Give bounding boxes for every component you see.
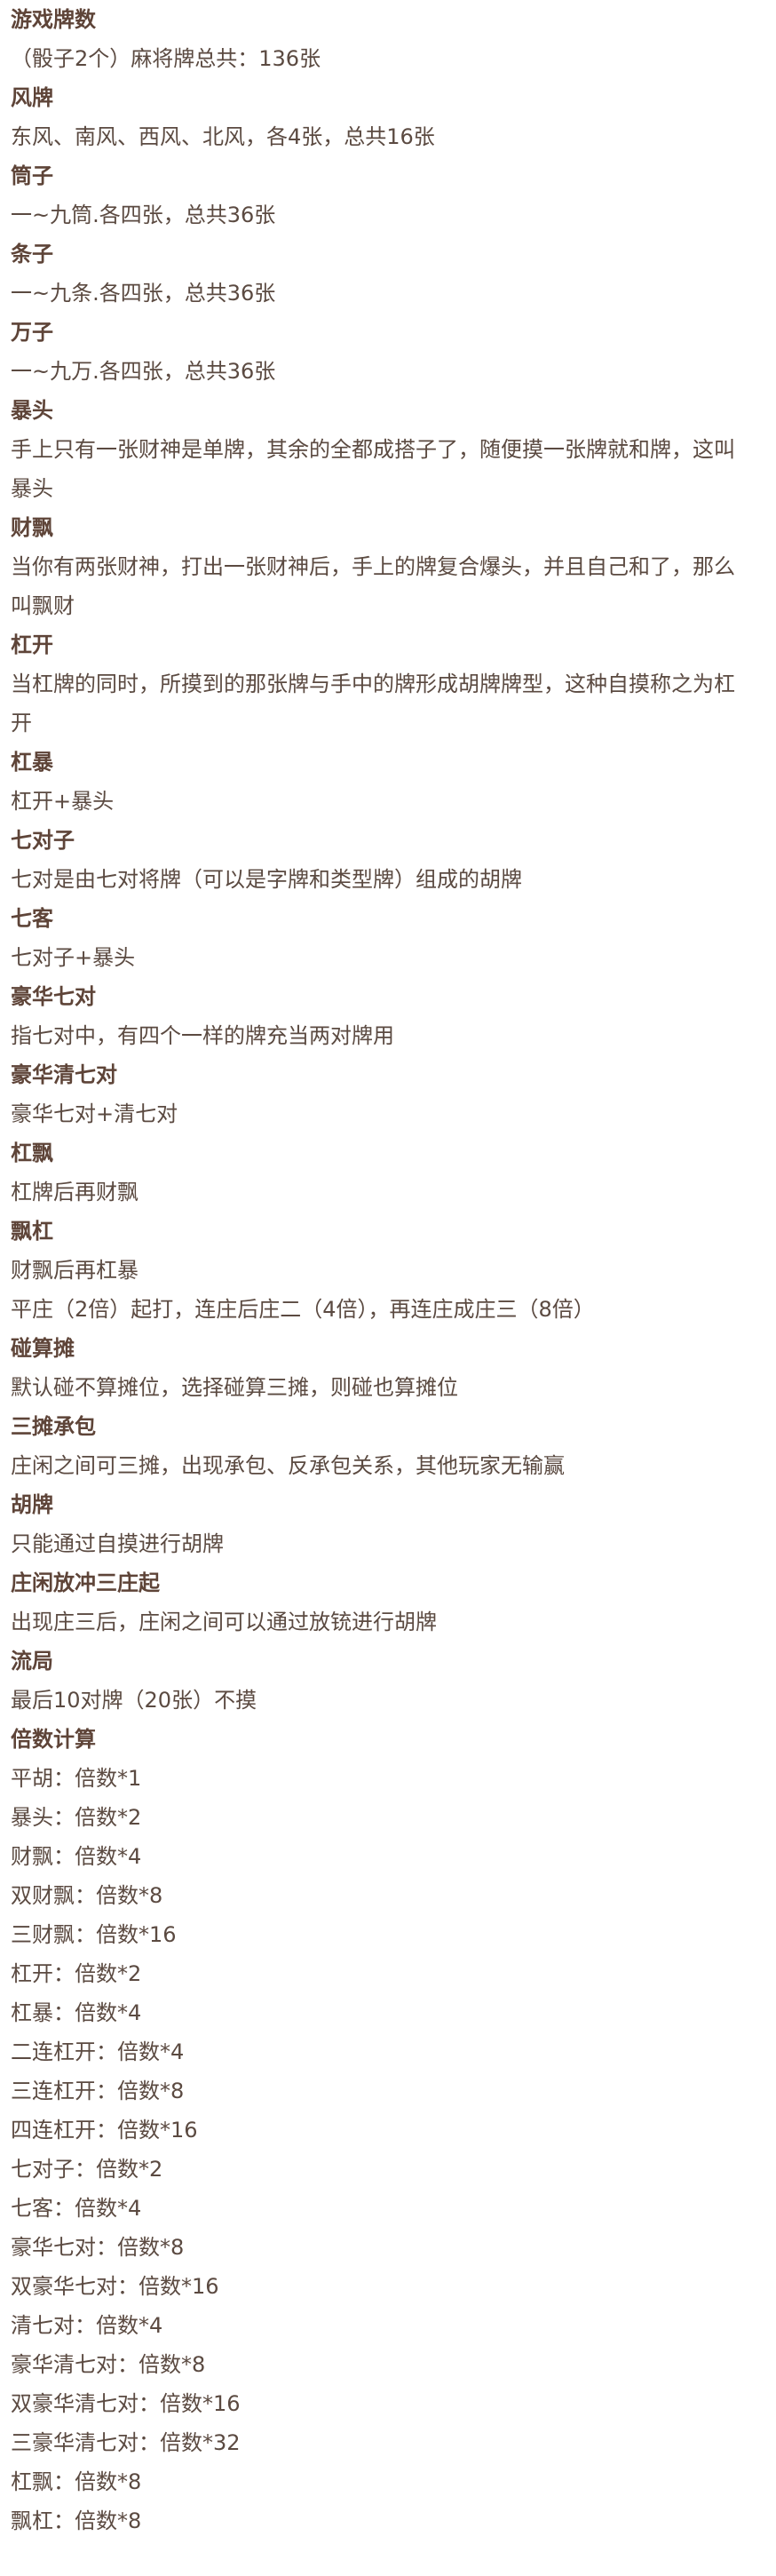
rule-section: 游戏牌数 （骰子2个）麻将牌总共：136张 <box>11 0 765 78</box>
section-text-line: 平庄（2倍）起打，连庄后庄二（4倍），再连庄成庄三（8倍） <box>11 1297 595 1322</box>
section-title: 杠暴 <box>11 750 53 775</box>
section-text-line: 平胡：倍数*1 <box>11 1766 142 1791</box>
rule-section: 三摊承包庄闲之间可三摊，出现承包、反承包关系，其他玩家无输赢 <box>11 1407 765 1485</box>
section-text-line: 杠牌后再财飘 <box>11 1180 139 1205</box>
section-title: 碰算摊 <box>11 1336 75 1361</box>
section-text-line: 飘杠：倍数*8 <box>11 2508 142 2533</box>
section-text-line: 豪华七对：倍数*8 <box>11 2235 185 2260</box>
section-text-line: 三豪华清七对：倍数*32 <box>11 2430 241 2455</box>
rule-section: 条子一~九条.各四张，总共36张 <box>11 235 765 313</box>
section-text-line: 财飘：倍数*4 <box>11 1844 142 1869</box>
section-text-line: 出现庄三后，庄闲之间可以通过放铳进行胡牌 <box>11 1610 437 1634</box>
rule-section: 暴头 手上只有一张财神是单牌，其余的全都成搭子了，随便摸一张牌就和牌，这叫 暴头 <box>11 391 765 508</box>
rule-section: 飘杠财飘后再杠暴平庄（2倍）起打，连庄后庄二（4倍），再连庄成庄三（8倍） <box>11 1212 765 1329</box>
section-text-line: 清七对：倍数*4 <box>11 2313 163 2338</box>
section-text-line: 双财飘：倍数*8 <box>11 1883 163 1908</box>
section-text-line: 指七对中，有四个一样的牌充当两对牌用 <box>11 1023 394 1048</box>
section-text-line: 双豪华清七对：倍数*16 <box>11 2391 241 2416</box>
section-text-line: 七客：倍数*4 <box>11 2196 142 2221</box>
rule-section: 胡牌只能通过自摸进行胡牌 <box>11 1485 765 1563</box>
section-title: 庄闲放冲三庄起 <box>11 1570 160 1595</box>
section-title: 流局 <box>11 1649 53 1674</box>
section-text-line: 杠开+暴头 <box>11 789 115 814</box>
section-text-line: 最后10对牌（20张）不摸 <box>11 1688 257 1713</box>
section-title: 暴头 <box>11 398 53 423</box>
section-title: 飘杠 <box>11 1219 53 1244</box>
section-text-line: 财飘后再杠暴 <box>11 1258 139 1283</box>
section-text-line: 开 <box>11 711 32 735</box>
section-text-line: 三连杠开：倍数*8 <box>11 2079 185 2103</box>
section-title: 三摊承包 <box>11 1414 96 1439</box>
section-text-line: 当杠牌的同时，所摸到的那张牌与手中的牌形成胡牌牌型，这种自摸称之为杠 <box>11 672 735 696</box>
rule-section: 万子一~九万.各四张，总共36张 <box>11 313 765 391</box>
section-text-line: 手上只有一张财神是单牌，其余的全都成搭子了，随便摸一张牌就和牌，这叫 <box>11 437 735 462</box>
rules-document: 游戏牌数 （骰子2个）麻将牌总共：136张 风牌东风、南风、西风、北风，各4张，总共… <box>11 0 765 2540</box>
section-text-line: 一~九万.各四张，总共36张 <box>11 359 276 384</box>
section-title: 杠飘 <box>11 1141 53 1165</box>
section-title: 财飘 <box>11 515 53 540</box>
section-text-line: 一~九条.各四张，总共36张 <box>11 281 276 306</box>
section-text-line: 二连杠开：倍数*4 <box>11 2039 185 2064</box>
section-text-line: 七对子：倍数*2 <box>11 2157 163 2182</box>
rule-section: 碰算摊默认碰不算摊位，选择碰算三摊，则碰也算摊位 <box>11 1329 765 1407</box>
section-title: 万子 <box>11 320 53 345</box>
section-title: 筒子 <box>11 163 53 188</box>
section-title: 游戏牌数 <box>11 7 96 32</box>
section-text-line: 七对是由七对将牌（可以是字牌和类型牌）组成的胡牌 <box>11 867 522 892</box>
section-text-line: 默认碰不算摊位，选择碰算三摊，则碰也算摊位 <box>11 1375 458 1400</box>
rule-section: 七客七对子+暴头 <box>11 899 765 977</box>
section-text-line: 七对子+暴头 <box>11 945 136 970</box>
section-text-line: 豪华七对+清七对 <box>11 1101 178 1126</box>
rule-section: 豪华七对指七对中，有四个一样的牌充当两对牌用 <box>11 977 765 1055</box>
section-title: 七客 <box>11 906 53 931</box>
section-text-line: 一~九筒.各四张，总共36张 <box>11 203 276 227</box>
section-title: 杠开 <box>11 632 53 657</box>
section-text-line: 豪华清七对：倍数*8 <box>11 2352 206 2377</box>
rule-section: 筒子一~九筒.各四张，总共36张 <box>11 156 765 235</box>
section-text-line: 暴头 <box>11 476 53 501</box>
section-text-line: 四连杠开：倍数*16 <box>11 2118 198 2143</box>
section-text-line: （骰子2个）麻将牌总共：136张 <box>11 46 321 71</box>
section-title: 豪华七对 <box>11 984 96 1009</box>
rule-section: 豪华清七对豪华七对+清七对 <box>11 1055 765 1133</box>
section-text-line: 庄闲之间可三摊，出现承包、反承包关系，其他玩家无输赢 <box>11 1453 565 1478</box>
rule-section: 七对子七对是由七对将牌（可以是字牌和类型牌）组成的胡牌 <box>11 821 765 899</box>
section-title: 七对子 <box>11 828 75 853</box>
rule-section: 庄闲放冲三庄起出现庄三后，庄闲之间可以通过放铳进行胡牌 <box>11 1563 765 1642</box>
section-title: 倍数计算 <box>11 1727 96 1752</box>
section-text-line: 三财飘：倍数*16 <box>11 1922 177 1947</box>
rules-page: 游戏牌数 （骰子2个）麻将牌总共：136张 风牌东风、南风、西风、北风，各4张，总共… <box>0 0 776 2540</box>
section-text-line: 当你有两张财神，打出一张财神后，手上的牌复合爆头，并且自己和了，那么 <box>11 554 735 579</box>
section-text-line: 东风、南风、西风、北风，各4张，总共16张 <box>11 124 435 149</box>
rule-section: 风牌东风、南风、西风、北风，各4张，总共16张 <box>11 78 765 156</box>
section-text-line: 双豪华七对：倍数*16 <box>11 2274 219 2299</box>
section-text-line: 只能通过自摸进行胡牌 <box>11 1531 224 1556</box>
rule-section: 倍数计算平胡：倍数*1 暴头：倍数*2 财飘：倍数*4 双财飘：倍数*8 三财飘：倍数*… <box>11 1720 765 2540</box>
section-text-line: 叫飘财 <box>11 593 75 618</box>
section-title: 风牌 <box>11 85 53 110</box>
section-text-line: 杠暴：倍数*4 <box>11 2000 142 2025</box>
rule-section: 杠暴杠开+暴头 <box>11 743 765 821</box>
section-text-line: 暴头：倍数*2 <box>11 1805 142 1830</box>
rule-section: 杠飘 杠牌后再财飘 <box>11 1133 765 1212</box>
rule-section: 流局最后10对牌（20张）不摸 <box>11 1642 765 1720</box>
section-title: 胡牌 <box>11 1492 53 1517</box>
section-title: 豪华清七对 <box>11 1062 117 1087</box>
rule-section: 财飘当你有两张财神，打出一张财神后，手上的牌复合爆头，并且自己和了，那么 叫飘财 <box>11 508 765 625</box>
section-text-line: 杠开：倍数*2 <box>11 1961 142 1986</box>
section-title: 条子 <box>11 242 53 266</box>
rule-section: 杠开当杠牌的同时，所摸到的那张牌与手中的牌形成胡牌牌型，这种自摸称之为杠开 <box>11 625 765 743</box>
section-text-line: 杠飘：倍数*8 <box>11 2469 142 2494</box>
